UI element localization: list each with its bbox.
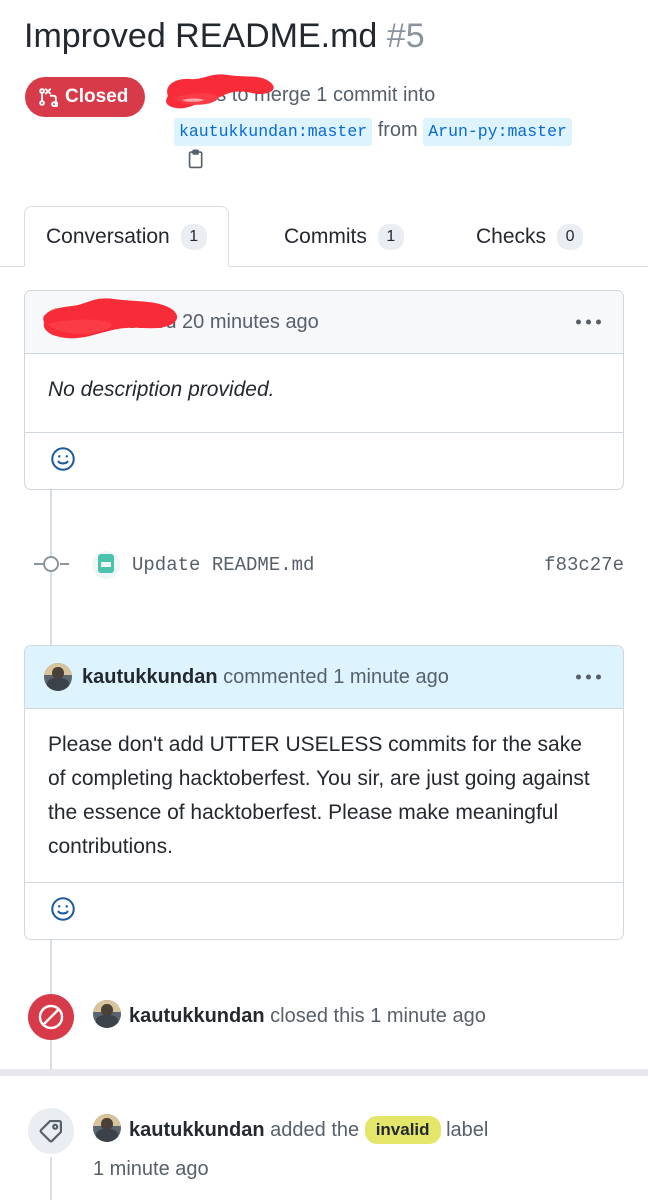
event-action-after: label <box>446 1119 489 1141</box>
comment-meta: ommented 20 minutes ago <box>82 310 319 333</box>
pr-merge-description: wants to merge 1 commit into <box>174 84 436 106</box>
tab-conversation-count: 1 <box>180 223 207 250</box>
status-badge-label: Closed <box>65 86 129 107</box>
avatar[interactable] <box>44 663 72 691</box>
event-action-before: added the <box>270 1119 360 1141</box>
reaction-bar <box>25 432 623 489</box>
timeline-event-closed: kautukkundan closed this 1 minute ago <box>0 994 648 1040</box>
copy-icon[interactable] <box>186 148 208 177</box>
kebab-horizontal-icon[interactable] <box>576 674 601 680</box>
timeline-event-label: kautukkundan added the invalid label 1 m… <box>0 1108 648 1188</box>
timeline-connector <box>34 563 43 565</box>
pull-request-page: Improved README.md #5 Closed wants to me… <box>0 0 648 1200</box>
commit-message[interactable]: Update README.md <box>132 551 314 579</box>
avatar[interactable] <box>93 1114 121 1142</box>
tab-bar: Conversation 1 Commits 1 Checks 0 <box>0 206 648 268</box>
comment-action: commented <box>223 665 328 688</box>
smiley-add-reaction-icon[interactable] <box>50 896 76 927</box>
comment-body: Please don't add UTTER USELESS commits f… <box>48 733 590 858</box>
pr-title-text: Improved README.md <box>24 17 378 55</box>
comment-body: No description provided. <box>48 378 275 401</box>
tab-checks-count: 0 <box>557 223 584 250</box>
commit-sha[interactable]: f83c27e <box>544 551 624 579</box>
section-divider <box>0 1069 648 1076</box>
tab-commits[interactable]: Commits 1 <box>263 206 425 267</box>
tab-conversation[interactable]: Conversation 1 <box>24 206 229 267</box>
avatar[interactable] <box>93 1000 121 1028</box>
tab-conversation-label: Conversation <box>46 224 170 248</box>
event-author[interactable]: kautukkundan <box>129 1119 265 1141</box>
base-branch-chip[interactable]: kautukkundan:master <box>174 118 373 146</box>
pr-number: #5 <box>386 17 425 55</box>
comment-timestamp: 1 minute ago <box>333 665 449 688</box>
comment-card: ommented 20 minutes ago No description p… <box>24 290 624 490</box>
commit-author-avatar[interactable] <box>92 551 120 579</box>
event-action: closed this <box>270 1005 365 1027</box>
tag-label-icon <box>28 1108 74 1154</box>
reaction-bar <box>25 882 623 939</box>
avatar[interactable] <box>44 308 72 336</box>
head-branch-chip[interactable]: Arun-py:master <box>423 118 572 146</box>
event-timestamp: 1 minute ago <box>93 1158 209 1180</box>
event-author[interactable]: kautukkundan <box>129 1005 265 1027</box>
timeline-node <box>43 556 59 572</box>
timeline-connector <box>60 563 69 565</box>
comment-header: kautukkundan commented 1 minute ago <box>25 646 623 709</box>
smiley-add-reaction-icon[interactable] <box>50 446 76 477</box>
status-badge: Closed <box>25 77 146 117</box>
comment-author[interactable]: kautukkundan <box>82 666 218 689</box>
comment-card: kautukkundan commented 1 minute ago Plea… <box>24 645 624 940</box>
from-word: from <box>377 119 418 141</box>
pull-request-closed-icon <box>38 87 58 107</box>
commit-row[interactable]: Update README.md f83c27e <box>0 545 648 585</box>
tab-checks[interactable]: Checks 0 <box>455 206 604 267</box>
timeline-event-text: kautukkundan closed this 1 minute ago <box>93 1000 633 1031</box>
closed-circle-slash-icon <box>28 994 74 1040</box>
pr-subline: wants to merge 1 commit into kautukkunda… <box>174 78 644 148</box>
kebab-horizontal-icon[interactable] <box>576 319 601 325</box>
event-timestamp: 1 minute ago <box>370 1005 486 1027</box>
timeline-event-text: kautukkundan added the invalid label <box>93 1114 633 1145</box>
tab-commits-label: Commits <box>284 224 367 248</box>
tab-checks-label: Checks <box>476 224 547 248</box>
tab-commits-count: 1 <box>377 223 404 250</box>
label-chip[interactable]: invalid <box>364 1116 441 1144</box>
comment-header: ommented 20 minutes ago <box>25 291 623 354</box>
page-title: Improved README.md #5 <box>24 14 425 58</box>
